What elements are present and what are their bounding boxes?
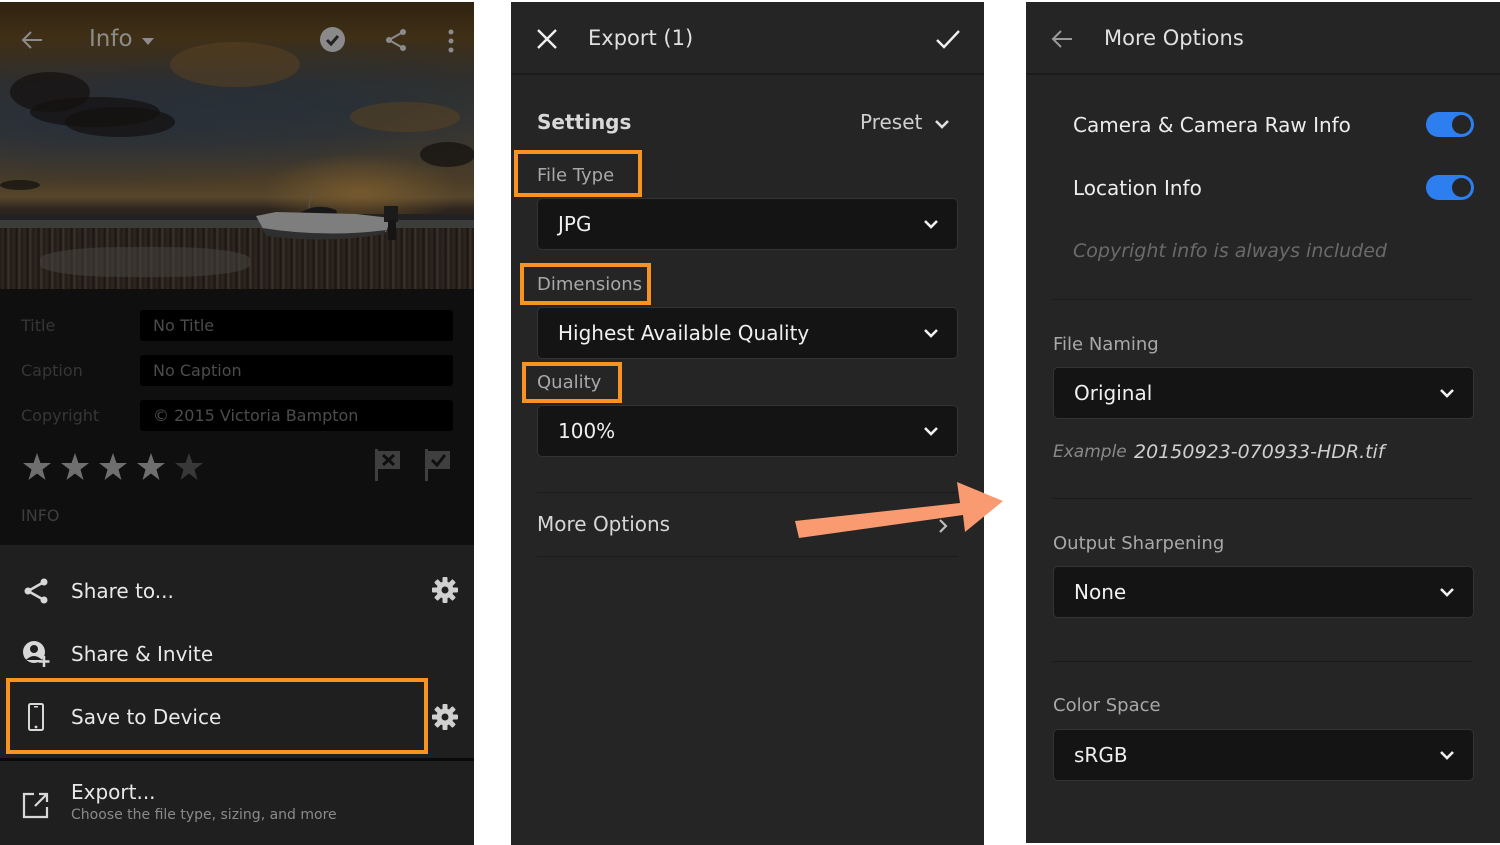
info-section-tag: INFO bbox=[21, 506, 60, 525]
menu-item-save-to-device[interactable]: Save to Device bbox=[0, 686, 474, 748]
metadata-row-copyright: Copyright © 2015 Victoria Bampton bbox=[0, 400, 474, 432]
color-space-value: sRGB bbox=[1074, 743, 1128, 767]
output-sharpening-select[interactable]: None bbox=[1053, 566, 1474, 618]
toggle-label: Camera & Camera Raw Info bbox=[1073, 113, 1351, 137]
chevron-down-icon bbox=[924, 220, 938, 229]
file-naming-select[interactable]: Original bbox=[1053, 367, 1474, 419]
chevron-down-icon bbox=[1440, 389, 1454, 398]
close-icon[interactable] bbox=[535, 27, 559, 51]
more-options-panel: More Options Camera & Camera Raw Info Lo… bbox=[1026, 2, 1500, 843]
camera-info-toggle[interactable] bbox=[1426, 112, 1474, 137]
color-space-select[interactable]: sRGB bbox=[1053, 729, 1474, 781]
info-panel: Info Title No Title Caption No Caption C… bbox=[0, 2, 474, 845]
color-space-label: Color Space bbox=[1053, 695, 1161, 716]
share-menu: Share to... Share & Invite Save to Devic… bbox=[0, 545, 474, 845]
export-icon bbox=[22, 792, 49, 819]
checkmark-icon[interactable] bbox=[935, 27, 961, 51]
more-options-header: More Options bbox=[1026, 2, 1500, 75]
copyright-field[interactable]: © 2015 Victoria Bampton bbox=[140, 400, 453, 431]
menu-item-label: Export... bbox=[71, 780, 156, 804]
toggle-knob bbox=[1452, 178, 1471, 197]
metadata-label: Caption bbox=[21, 361, 83, 380]
divider bbox=[1053, 498, 1473, 499]
chevron-right-icon bbox=[939, 519, 948, 533]
chevron-down-icon[interactable] bbox=[934, 118, 950, 130]
divider bbox=[1053, 661, 1473, 662]
metadata-row-title: Title No Title bbox=[0, 310, 474, 342]
quality-label: Quality bbox=[537, 372, 602, 393]
more-options-title: More Options bbox=[1104, 26, 1244, 50]
add-user-icon bbox=[23, 641, 50, 667]
menu-item-label: Share to... bbox=[71, 579, 174, 603]
caption-field[interactable]: No Caption bbox=[140, 355, 453, 386]
toggle-row-camera-info: Camera & Camera Raw Info bbox=[1026, 107, 1500, 147]
info-topbar: Info bbox=[0, 2, 474, 74]
info-view-title[interactable]: Info bbox=[89, 26, 133, 52]
star-empty-icon[interactable] bbox=[174, 452, 204, 482]
star-filled-icon[interactable] bbox=[22, 452, 52, 482]
dimensions-label: Dimensions bbox=[537, 274, 643, 295]
output-sharpening-label: Output Sharpening bbox=[1053, 533, 1225, 554]
toggle-label: Location Info bbox=[1073, 176, 1202, 200]
file-naming-label: File Naming bbox=[1053, 334, 1159, 355]
dimensions-select[interactable]: Highest Available Quality bbox=[537, 307, 958, 359]
share-icon bbox=[24, 578, 48, 604]
example-label: Example bbox=[1053, 442, 1127, 462]
more-options-row[interactable]: More Options bbox=[511, 494, 984, 556]
caret-down-icon[interactable] bbox=[142, 38, 154, 45]
dimensions-value: Highest Available Quality bbox=[558, 321, 810, 345]
star-rating[interactable] bbox=[22, 452, 204, 482]
more-vertical-icon[interactable] bbox=[440, 28, 462, 54]
more-options-label: More Options bbox=[537, 512, 671, 536]
file-type-label: File Type bbox=[537, 165, 615, 186]
gear-icon[interactable] bbox=[431, 576, 459, 604]
menu-item-label: Save to Device bbox=[71, 705, 222, 729]
star-filled-icon[interactable] bbox=[60, 452, 90, 482]
arrow-left-icon[interactable] bbox=[20, 28, 44, 52]
export-panel: Export (1) Settings Preset File Type JPG… bbox=[511, 2, 984, 845]
quality-value: 100% bbox=[558, 419, 616, 443]
share-icon[interactable] bbox=[384, 28, 408, 52]
divider bbox=[537, 492, 958, 493]
toggle-row-location-info: Location Info bbox=[1026, 170, 1500, 210]
menu-item-share-invite[interactable]: Share & Invite bbox=[0, 623, 474, 685]
arrow-left-icon[interactable] bbox=[1050, 27, 1074, 51]
chevron-down-icon bbox=[924, 329, 938, 338]
export-title: Export (1) bbox=[588, 26, 694, 50]
star-filled-icon[interactable] bbox=[98, 452, 128, 482]
file-type-value: JPG bbox=[558, 212, 592, 236]
check-circle-icon[interactable] bbox=[320, 27, 345, 52]
chevron-down-icon bbox=[1440, 588, 1454, 597]
output-sharpening-value: None bbox=[1074, 580, 1127, 604]
metadata-label: Title bbox=[21, 316, 56, 335]
file-naming-value: Original bbox=[1074, 381, 1153, 405]
title-field[interactable]: No Title bbox=[140, 310, 453, 341]
divider bbox=[537, 556, 958, 557]
file-type-select[interactable]: JPG bbox=[537, 198, 958, 250]
quality-select[interactable]: 100% bbox=[537, 405, 958, 457]
flag-pick-icon[interactable] bbox=[424, 449, 452, 481]
toggle-knob bbox=[1452, 115, 1471, 134]
metadata-label: Copyright bbox=[21, 406, 100, 425]
copyright-note: Copyright info is always included bbox=[1073, 240, 1387, 262]
divider bbox=[1053, 299, 1473, 300]
metadata-section: Title No Title Caption No Caption Copyri… bbox=[0, 289, 474, 545]
chevron-down-icon bbox=[1440, 751, 1454, 760]
example-filename: 20150923-070933-HDR.tif bbox=[1134, 441, 1385, 463]
chevron-down-icon bbox=[924, 427, 938, 436]
export-subtitle: Choose the file type, sizing, and more bbox=[71, 807, 337, 823]
preset-dropdown[interactable]: Preset bbox=[860, 110, 922, 134]
menu-item-share-to[interactable]: Share to... bbox=[0, 560, 474, 622]
phone-icon bbox=[28, 703, 44, 731]
star-filled-icon[interactable] bbox=[136, 452, 166, 482]
menu-item-label: Share & Invite bbox=[71, 642, 214, 666]
settings-title: Settings bbox=[537, 110, 632, 134]
gear-icon[interactable] bbox=[431, 703, 459, 731]
flag-reject-icon[interactable] bbox=[374, 449, 402, 481]
export-header: Export (1) bbox=[511, 2, 984, 75]
metadata-row-caption: Caption No Caption bbox=[0, 355, 474, 387]
location-info-toggle[interactable] bbox=[1426, 175, 1474, 200]
menu-divider bbox=[0, 758, 474, 761]
